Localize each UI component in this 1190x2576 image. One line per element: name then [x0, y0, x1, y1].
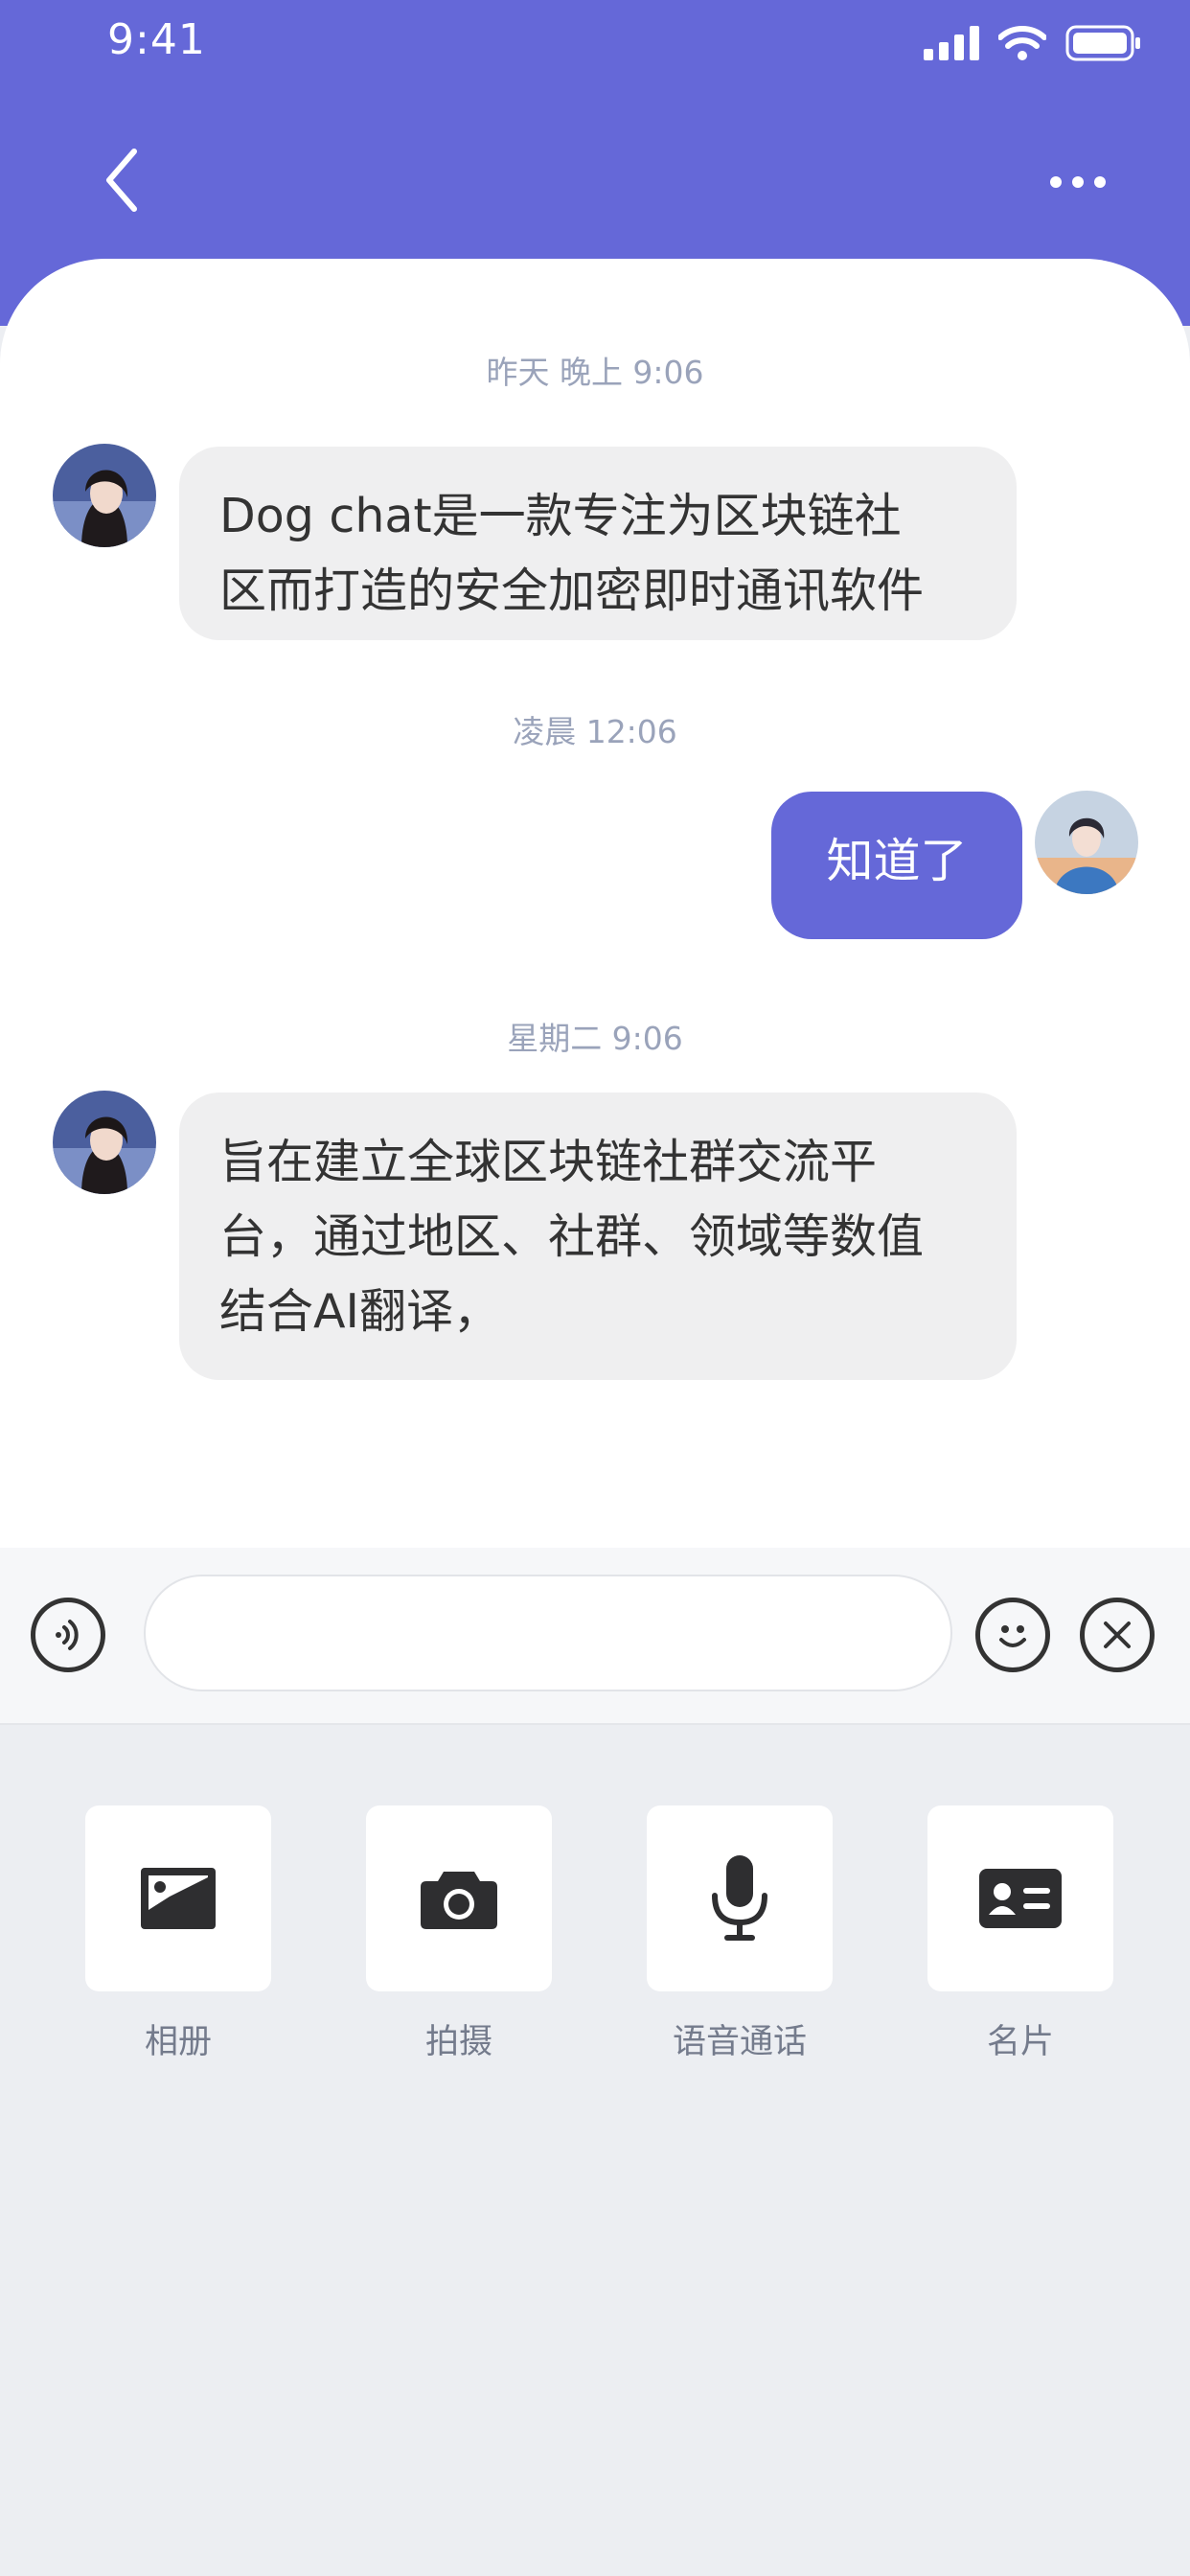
tool-album[interactable]: 相册 [85, 1806, 271, 2063]
timestamp: 星期二 9:06 [507, 1020, 683, 1057]
input-bar [0, 1548, 1190, 1725]
tool-contact-card-button[interactable] [927, 1806, 1113, 1991]
more-button[interactable] [1044, 163, 1111, 201]
status-icons [924, 25, 1142, 61]
tool-camera-button[interactable] [366, 1806, 552, 1991]
tool-label: 语音通话 [672, 2023, 807, 2061]
close-button[interactable] [1080, 1598, 1155, 1672]
message-input[interactable] [144, 1575, 952, 1691]
tool-camera[interactable]: 拍摄 [366, 1806, 552, 2063]
tool-label: 拍摄 [424, 2023, 492, 2061]
status-time: 9:41 [107, 15, 206, 64]
message-bubble: Dog chat是一款专注为区块链社 区而打造的安全加密即时通讯软件 [179, 447, 1017, 640]
back-button[interactable] [96, 142, 153, 218]
avatar-self[interactable] [1035, 791, 1138, 894]
avatar[interactable] [53, 1091, 156, 1194]
image-icon [141, 1868, 216, 1929]
tool-voice-call-button[interactable] [647, 1806, 833, 1991]
tool-contact-card[interactable]: 名片 [927, 1806, 1113, 2063]
emoji-button[interactable] [975, 1598, 1050, 1672]
microphone-icon [712, 1855, 767, 1941]
more-horizontal-icon [1050, 176, 1106, 188]
timestamp: 昨天 晚上 9:06 [486, 354, 704, 391]
chevron-left-icon [106, 149, 137, 212]
tool-label: 相册 [144, 2023, 212, 2061]
avatar[interactable] [53, 444, 156, 547]
signal-icon [924, 26, 979, 60]
emoji-icon [999, 1625, 1026, 1647]
tool-album-button[interactable] [85, 1806, 271, 1991]
camera-icon [421, 1872, 497, 1929]
timestamp: 凌晨 12:06 [513, 713, 677, 750]
message-bubble: 旨在建立全球区块链社群交流平 台，通过地区、社群、领域等数值 结合AI翻译， [179, 1092, 1017, 1380]
voice-button[interactable] [31, 1598, 105, 1672]
contact-card-icon [979, 1869, 1062, 1928]
battery-icon [1065, 25, 1140, 61]
tool-label: 名片 [986, 2023, 1054, 2061]
voice-icon [56, 1620, 79, 1650]
tool-voice-call[interactable]: 语音通话 [647, 1806, 833, 2063]
message-bubble-self: 知道了 [771, 792, 1022, 939]
wifi-icon [998, 26, 1046, 60]
close-icon [1104, 1622, 1131, 1648]
